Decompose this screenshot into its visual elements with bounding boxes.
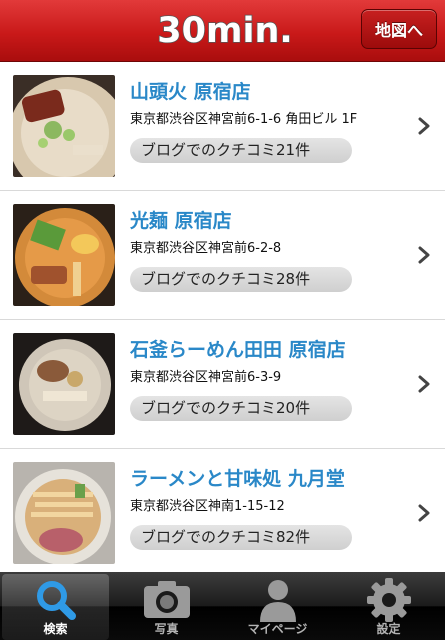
chevron-right-icon: [418, 246, 430, 264]
shop-name[interactable]: 山頭火 原宿店: [130, 77, 251, 104]
shop-thumbnail: [13, 204, 115, 306]
shop-thumbnail: [13, 75, 115, 177]
shop-row[interactable]: 光麺 原宿店 東京都渋谷区神宮前6-2-8 ブログでのクチコミ28件: [0, 191, 445, 320]
tab-label: 設定: [376, 622, 401, 636]
shop-row[interactable]: 山頭火 原宿店 東京都渋谷区神宮前6-1-6 角田ビル 1F ブログでのクチコミ…: [0, 62, 445, 191]
chevron-right-icon: [418, 504, 430, 522]
shop-list: 山頭火 原宿店 東京都渋谷区神宮前6-1-6 角田ビル 1F ブログでのクチコミ…: [0, 62, 445, 572]
app-header: 30min. 地図へ: [0, 0, 445, 62]
tab-bar: 検索 写真 マイページ 設定: [0, 572, 445, 640]
tab-search[interactable]: 検索: [2, 574, 109, 640]
search-icon: [36, 581, 76, 620]
shop-name[interactable]: ラーメンと甘味処 九月堂: [130, 464, 345, 491]
app-logo: 30min.: [157, 11, 294, 49]
shop-address: 東京都渋谷区神宮前6-1-6 角田ビル 1F: [130, 112, 358, 127]
tab-label: マイページ: [247, 622, 308, 636]
shop-thumbnail: [13, 333, 115, 435]
tab-label: 検索: [43, 622, 68, 636]
map-button[interactable]: 地図へ: [361, 9, 437, 49]
chevron-right-icon: [418, 375, 430, 393]
tab-label: 写真: [154, 622, 179, 636]
shop-name[interactable]: 石釜らーめん田田 原宿店: [130, 335, 346, 362]
chevron-right-icon: [418, 117, 430, 135]
shop-address: 東京都渋谷区神南1-15-12: [130, 499, 285, 514]
review-count-badge: ブログでのクチコミ20件: [130, 396, 352, 421]
shop-row[interactable]: ラーメンと甘味処 九月堂 東京都渋谷区神南1-15-12 ブログでのクチコミ82…: [0, 449, 445, 572]
person-icon: [259, 580, 296, 622]
tab-mypage[interactable]: マイページ: [224, 574, 331, 640]
app-logo-text: 30min.: [157, 11, 292, 49]
camera-icon: [143, 581, 190, 618]
shop-thumbnail: [13, 462, 115, 564]
shop-name[interactable]: 光麺 原宿店: [130, 206, 232, 233]
review-count-badge: ブログでのクチコミ28件: [130, 267, 352, 292]
shop-row[interactable]: 石釜らーめん田田 原宿店 東京都渋谷区神宮前6-3-9 ブログでのクチコミ20件: [0, 320, 445, 449]
gear-icon: [366, 578, 411, 622]
tab-settings[interactable]: 設定: [335, 574, 442, 640]
tab-photo[interactable]: 写真: [113, 574, 220, 640]
shop-address: 東京都渋谷区神宮前6-2-8: [130, 241, 282, 256]
review-count-badge: ブログでのクチコミ21件: [130, 138, 352, 163]
shop-address: 東京都渋谷区神宮前6-3-9: [130, 370, 282, 385]
review-count-badge: ブログでのクチコミ82件: [130, 525, 352, 550]
